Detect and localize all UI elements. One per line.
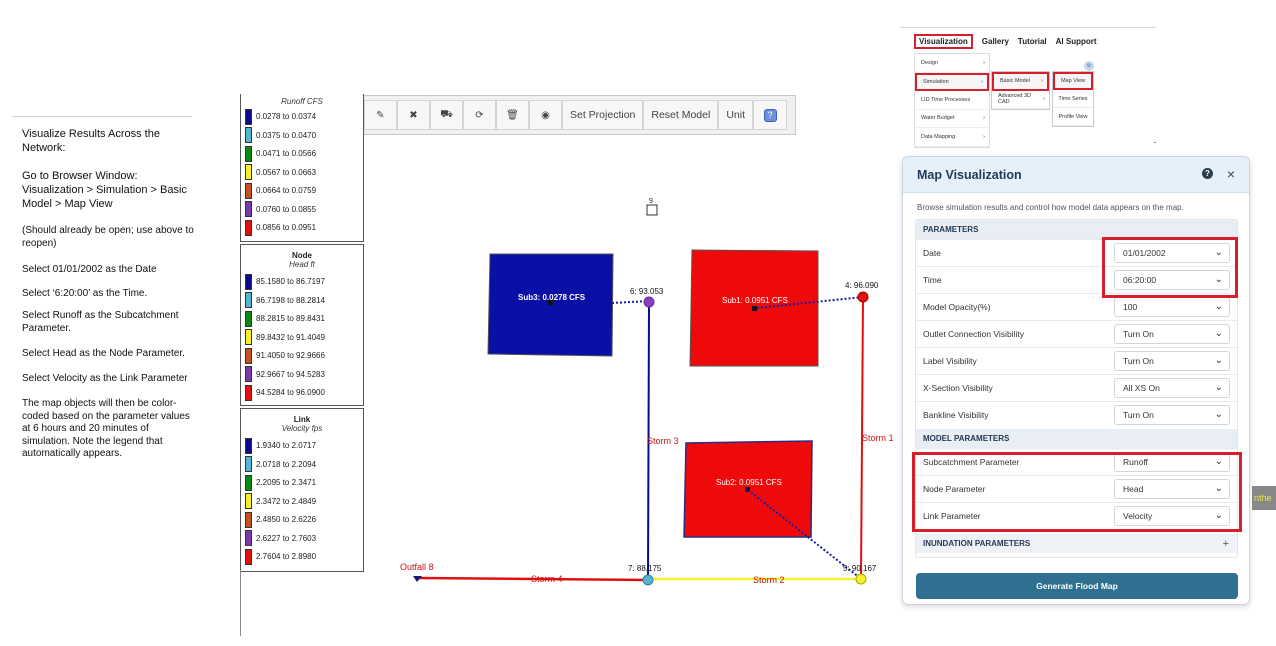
highlight-date-time	[1102, 237, 1238, 298]
menu-item-advanced-3d-cad[interactable]: Advanced 3D CAD ›	[992, 91, 1049, 109]
outlet-connection-select[interactable]: Turn On ⌄	[1114, 324, 1230, 344]
node-4[interactable]	[857, 291, 869, 303]
divider	[900, 27, 1156, 28]
bankline-visibility-select[interactable]: Turn On ⌄	[1114, 405, 1230, 425]
top-nav: Visualization Gallery Tutorial AI Suppor…	[914, 34, 1106, 49]
chevron-right-icon: ›	[981, 78, 983, 85]
sub2-label: Sub2: 0.0951 CFS	[716, 478, 782, 487]
menu-item-basic-model[interactable]: Basic Model ›	[992, 72, 1049, 91]
menu-item-profile-view[interactable]: Profile View	[1053, 108, 1093, 126]
outlet-connection-sub3	[611, 300, 650, 304]
nav-tutorial[interactable]: Tutorial	[1018, 37, 1047, 49]
menu-item-label: Water Budget	[921, 115, 955, 122]
storm-1-label: Storm 1	[862, 433, 894, 443]
expand-icon[interactable]: +	[1223, 538, 1229, 550]
nav-gallery[interactable]: Gallery	[982, 37, 1009, 49]
menu-item-label: LID Time Processes	[921, 96, 971, 103]
storm-4-label: Storm 4	[531, 574, 563, 584]
param-label: X-Section Visibility	[923, 383, 993, 393]
chevron-down-icon: ⌄	[1214, 409, 1223, 420]
chevron-right-icon: ›	[983, 133, 985, 140]
panel-header: Map Visualization	[903, 157, 1249, 193]
menu-item-label: Design	[921, 59, 939, 66]
sub1-label: Sub1: 0.0951 CFS	[722, 296, 788, 305]
rain-gage[interactable]: 9	[646, 198, 658, 216]
inundation-title: INUNDATION PARAMETERS	[923, 539, 1031, 548]
param-label: Time	[923, 275, 942, 285]
menu-item-simulation[interactable]: Simulation ›	[915, 72, 989, 91]
storm-2-label: Storm 2	[753, 575, 785, 585]
side-tab[interactable]: nthe	[1252, 486, 1276, 510]
node-7[interactable]	[642, 574, 654, 586]
storm-3-label: Storm 3	[647, 436, 679, 446]
panel-title: Map Visualization	[917, 167, 1022, 182]
select-value: Turn On	[1123, 329, 1154, 339]
menu-item-map-view[interactable]: Map View	[1053, 72, 1093, 90]
outfall-8-label: Outfall 8	[400, 562, 434, 572]
chevron-down-icon: ⌄	[1214, 382, 1223, 393]
node-7-label: 7: 88.175	[628, 564, 662, 573]
node-4-label: 4: 96.090	[845, 281, 879, 290]
menu-item-water-budget[interactable]: Water Budget ›	[915, 110, 989, 128]
visualization-menu: Design › Simulation › LID Time Processes W…	[914, 53, 990, 148]
menu-item-label: Basic Model	[1000, 78, 1030, 85]
nav-ai-support[interactable]: AI Support	[1056, 37, 1097, 49]
inundation-parameters-header[interactable]: INUNDATION PARAMETERS +	[916, 534, 1237, 553]
help-icon[interactable]: ?	[1202, 168, 1213, 179]
label-visibility-select[interactable]: Turn On ⌄	[1114, 351, 1230, 371]
select-value: Turn On	[1123, 356, 1154, 366]
sub3-label: Sub3: 0.0278 CFS	[518, 293, 586, 302]
model-opacity-select[interactable]: 100 ⌄	[1114, 297, 1230, 317]
chevron-down-icon: ⌄	[1214, 301, 1223, 312]
param-row-xsection-visibility: X-Section Visibility All XS On ⌄	[916, 374, 1237, 401]
param-label: Label Visibility	[923, 356, 977, 366]
node-6[interactable]	[643, 296, 655, 308]
chevron-right-icon: ›	[1041, 78, 1043, 85]
param-label: Outlet Connection Visibility	[923, 329, 1024, 339]
simulation-submenu: Basic Model › Advanced 3D CAD ›	[991, 71, 1050, 110]
menu-item-lid-time-processes[interactable]: LID Time Processes	[915, 91, 989, 110]
menu-item-time-series[interactable]: Time Series	[1053, 90, 1093, 108]
param-label: Bankline Visibility	[923, 410, 989, 420]
param-label: Date	[923, 248, 941, 258]
rain-gage-label: 9	[649, 198, 653, 205]
select-value: 100	[1123, 302, 1138, 312]
chevron-right-icon: ›	[983, 115, 985, 122]
param-row-label-visibility: Label Visibility Turn On ⌄	[916, 347, 1237, 374]
highlight-model-parameters	[912, 452, 1242, 532]
close-icon[interactable]: ×	[1227, 166, 1235, 182]
node-5[interactable]	[855, 573, 867, 585]
menu-screenshot: Visualization Gallery Tutorial AI Suppor…	[900, 27, 1156, 148]
chevron-down-icon: ⌄	[1214, 328, 1223, 339]
node-6-label: 6: 93.053	[630, 287, 664, 296]
menu-item-label: Simulation	[923, 78, 949, 85]
chevron-right-icon: ›	[1043, 96, 1045, 103]
model-parameters-header: MODEL PARAMETERS	[916, 429, 1237, 448]
param-label: Model Opacity(%)	[923, 302, 991, 312]
panel-description: Browse simulation results and control ho…	[917, 203, 1184, 212]
map-visualization-panel: Map Visualization ? × Browse simulation …	[902, 156, 1250, 605]
menu-item-data-mapping[interactable]: Data Mapping ›	[915, 128, 989, 147]
rain-gage-icon[interactable]	[646, 204, 658, 216]
chevron-down-icon: ⌄	[1214, 355, 1223, 366]
nav-visualization[interactable]: Visualization	[914, 34, 973, 49]
menu-item-label: Data Mapping	[921, 133, 956, 140]
basic-model-submenu: Map View Time Series Profile View	[1052, 71, 1094, 127]
chevron-right-icon: ›	[983, 59, 985, 66]
menu-item-design[interactable]: Design ›	[915, 54, 989, 73]
param-row-outlet-connection: Outlet Connection Visibility Turn On ⌄	[916, 320, 1237, 347]
sub1-centroid	[752, 306, 757, 311]
settings-icon: ⚙	[1084, 61, 1094, 71]
menu-item-label: Advanced 3D CAD	[998, 93, 1032, 106]
node-5-label: 5: 90.167	[843, 564, 877, 573]
param-row-bankline-visibility: Bankline Visibility Turn On ⌄	[916, 401, 1237, 428]
select-value: Turn On	[1123, 410, 1154, 420]
select-value: All XS On	[1123, 383, 1160, 393]
generate-flood-map-button[interactable]: Generate Flood Map	[916, 573, 1238, 599]
xsection-visibility-select[interactable]: All XS On ⌄	[1114, 378, 1230, 398]
